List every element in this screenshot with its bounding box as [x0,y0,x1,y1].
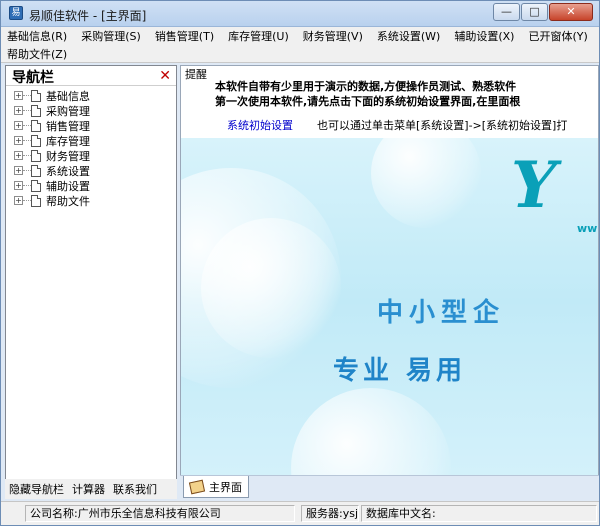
tab-main[interactable]: 主界面 [183,476,249,498]
nav-tree: + 基础信息 + 采购管理 + 销售管理 + 库存管理 + 财务管理 + 系统设… [6,86,176,208]
tree-connector [23,110,31,111]
tree-item-label: 采购管理 [46,104,90,118]
init-hint-text: 也可以通过单击菜单[系统设置]->[系统初始设置]打 [317,119,568,132]
close-button[interactable]: ✕ [549,3,593,21]
document-icon [31,89,41,102]
notice-text-line1: 本软件自带有少里用于演示的数据,方便操作员测试、熟悉软件 [215,80,517,93]
tree-connector [23,185,31,186]
menu-help[interactable]: 帮助文件(Z) [7,46,67,62]
minimize-icon: — [501,5,512,18]
expand-icon[interactable]: + [14,91,23,100]
expand-icon[interactable]: + [14,166,23,175]
tree-connector [23,170,31,171]
menu-row-1: 基础信息(R) 采购管理(S) 销售管理(T) 库存管理(U) 财务管理(V) … [1,27,599,45]
maximize-icon: □ [529,5,540,18]
expand-icon[interactable]: + [14,136,23,145]
tree-item-system-settings[interactable]: + 系统设置 [6,163,176,178]
tree-item-label: 销售管理 [46,119,90,133]
notebook-icon [188,479,206,494]
logo-website-text: ww [577,222,598,235]
menu-aux-settings[interactable]: 辅助设置(X) [454,28,514,44]
status-server: 服务器:ysj [301,505,359,522]
document-icon [31,179,41,192]
document-icon [31,194,41,207]
notice-text-line2: 第一次使用本软件,请先点击下面的系统初始设置界面,在里面根 [215,95,521,108]
tree-item-aux-settings[interactable]: + 辅助设置 [6,178,176,193]
decorative-bubble [201,218,341,358]
tree-connector [23,200,31,201]
tree-item-label: 辅助设置 [46,179,90,193]
expand-icon[interactable]: + [14,151,23,160]
tree-item-label: 帮助文件 [46,194,90,208]
status-company: 公司名称:广州市乐全信息科技有限公司 [25,505,295,522]
tree-item-basic-info[interactable]: + 基础信息 [6,88,176,103]
menu-row-2: 帮助文件(Z) [1,45,599,63]
contact-us-link[interactable]: 联系我们 [113,481,157,497]
notice-label: 提醒 [185,68,207,81]
banner-slogan-2: 专业 易用 [333,356,467,386]
window-title: 易顺佳软件 - [主界面] [29,9,147,23]
maximize-button[interactable]: □ [521,3,548,21]
navigation-panel: 导航栏 ✕ + 基础信息 + 采购管理 + 销售管理 + 库存管理 + 财务管理… [5,65,177,499]
decorative-bubble [371,138,481,228]
tab-label: 主界面 [209,480,242,494]
menu-open-windows[interactable]: 已开窗体(Y) [528,28,587,44]
tree-item-label: 基础信息 [46,89,90,103]
tree-item-purchase[interactable]: + 采购管理 [6,103,176,118]
expand-icon[interactable]: + [14,181,23,190]
close-icon: ✕ [566,5,576,18]
expand-icon[interactable]: + [14,106,23,115]
document-icon [31,164,41,177]
tree-item-label: 系统设置 [46,164,90,178]
window-controls: — □ ✕ [492,3,593,21]
tree-item-help[interactable]: + 帮助文件 [6,193,176,208]
main-content: 提醒 本软件自带有少里用于演示的数据,方便操作员测试、熟悉软件 第一次使用本软件… [180,65,599,499]
app-logo-icon: 易 [9,6,23,20]
tree-item-sales[interactable]: + 销售管理 [6,118,176,133]
tree-connector [23,140,31,141]
document-icon [31,134,41,147]
menu-basic-info[interactable]: 基础信息(R) [7,28,67,44]
menu-purchase[interactable]: 采购管理(S) [81,28,141,44]
tree-connector [23,155,31,156]
app-window: 易 易顺佳软件 - [主界面] — □ ✕ 基础信息(R) 采购管理(S) 销售… [0,0,600,526]
hide-nav-link[interactable]: 隐藏导航栏 [9,481,64,497]
document-icon [31,149,41,162]
menu-system-settings[interactable]: 系统设置(W) [377,28,440,44]
expand-icon[interactable]: + [14,196,23,205]
nav-footer: 隐藏导航栏 计算器 联系我们 [5,479,177,499]
expand-icon[interactable]: + [14,121,23,130]
menu-finance[interactable]: 财务管理(V) [303,28,363,44]
nav-close-icon[interactable]: ✕ [159,68,171,84]
nav-header: 导航栏 ✕ [6,66,176,86]
document-tabs: 主界面 [180,475,599,499]
nav-title: 导航栏 [12,70,54,86]
tree-connector [23,125,31,126]
tree-connector [23,95,31,96]
minimize-button[interactable]: — [493,3,520,21]
document-icon [31,119,41,132]
tree-item-finance[interactable]: + 财务管理 [6,148,176,163]
status-bar: 公司名称:广州市乐全信息科技有限公司 服务器:ysj 数据库中文名: [1,501,599,525]
menu-sales[interactable]: 销售管理(T) [155,28,214,44]
welcome-banner: Y ww 中小型企 专业 易用 [181,138,598,498]
calculator-link[interactable]: 计算器 [72,481,105,497]
title-bar[interactable]: 易 易顺佳软件 - [主界面] — □ ✕ [1,1,599,27]
tree-item-inventory[interactable]: + 库存管理 [6,133,176,148]
status-database: 数据库中文名: [361,505,597,522]
banner-slogan-1: 中小型企 [377,298,506,328]
menu-bar: 基础信息(R) 采购管理(S) 销售管理(T) 库存管理(U) 财务管理(V) … [1,27,599,63]
tree-item-label: 库存管理 [46,134,90,148]
menu-inventory[interactable]: 库存管理(U) [228,28,289,44]
document-icon [31,104,41,117]
system-init-link[interactable]: 系统初始设置 [227,117,293,133]
tree-item-label: 财务管理 [46,149,90,163]
company-logo: Y [511,148,557,223]
